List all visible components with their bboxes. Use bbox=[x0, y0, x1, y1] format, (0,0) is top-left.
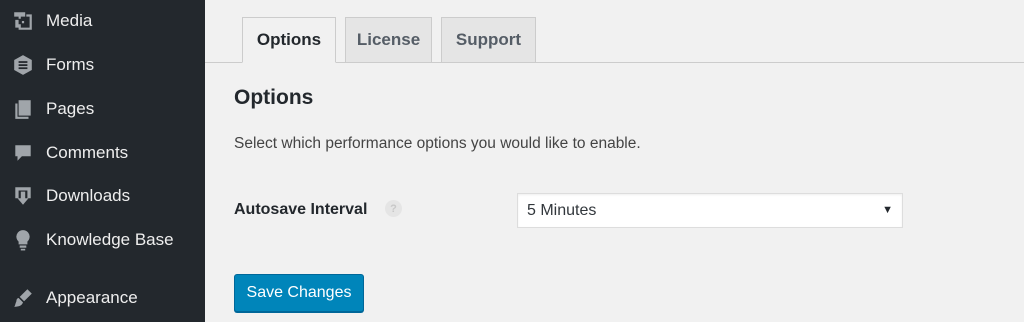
sidebar-item-downloads[interactable]: Downloads bbox=[0, 176, 205, 216]
admin-sidebar: Media Forms Pages Comments Downloads Kno… bbox=[0, 0, 205, 322]
autosave-interval-select[interactable]: 5 Minutes ▼ bbox=[517, 193, 903, 228]
dropdown-arrow-icon: ▼ bbox=[882, 204, 893, 216]
sidebar-item-forms[interactable]: Forms bbox=[0, 45, 205, 85]
tab-options[interactable]: Options bbox=[242, 17, 336, 63]
downloads-icon bbox=[9, 182, 37, 210]
sidebar-item-label: Forms bbox=[46, 55, 95, 74]
paintbrush-icon bbox=[9, 284, 37, 312]
sidebar-item-label: Appearance bbox=[46, 288, 138, 307]
section-description: Select which performance options you wou… bbox=[234, 135, 641, 152]
section-title: Options bbox=[234, 86, 314, 109]
save-changes-button[interactable]: Save Changes bbox=[234, 274, 364, 312]
tab-bar: Options License Support bbox=[205, 0, 1024, 63]
sidebar-item-media[interactable]: Media bbox=[0, 1, 205, 41]
tab-support[interactable]: Support bbox=[441, 17, 536, 63]
sidebar-item-label: Media bbox=[46, 11, 93, 30]
pages-icon bbox=[9, 95, 37, 123]
forms-icon bbox=[9, 51, 37, 79]
sidebar-item-label: Knowledge Base bbox=[46, 230, 174, 249]
sidebar-item-pages[interactable]: Pages bbox=[0, 89, 205, 129]
sidebar-item-comments[interactable]: Comments bbox=[0, 133, 205, 173]
autosave-interval-value: 5 Minutes bbox=[527, 201, 597, 219]
sidebar-item-appearance[interactable]: Appearance bbox=[0, 278, 205, 318]
help-icon[interactable]: ? bbox=[385, 200, 402, 217]
sidebar-item-label: Downloads bbox=[46, 186, 131, 205]
autosave-interval-label: Autosave Interval bbox=[234, 201, 368, 218]
lightbulb-icon bbox=[9, 226, 37, 254]
sidebar-item-label: Comments bbox=[46, 143, 129, 162]
comments-icon bbox=[9, 139, 37, 167]
tab-license[interactable]: License bbox=[345, 17, 432, 63]
sidebar-item-label: Pages bbox=[46, 99, 95, 118]
settings-panel: Options License Support Options Select w… bbox=[205, 0, 1024, 322]
sidebar-item-knowledge-base[interactable]: Knowledge Base bbox=[0, 220, 205, 260]
media-icon bbox=[9, 7, 37, 35]
